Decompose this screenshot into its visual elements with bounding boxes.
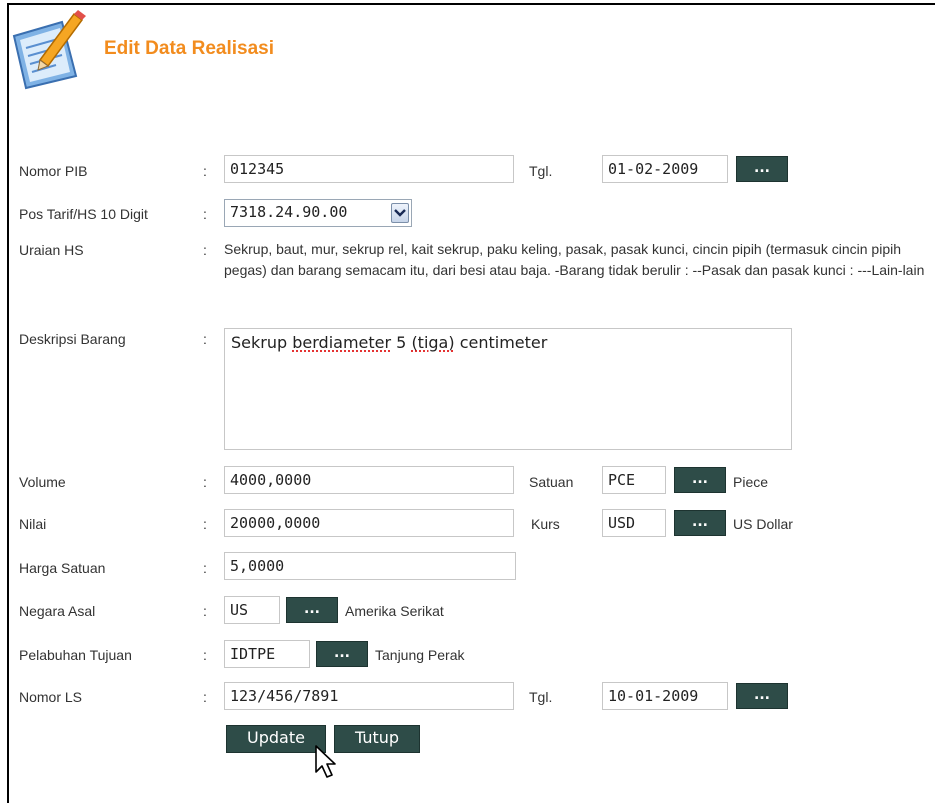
chevron-down-icon[interactable] <box>391 203 409 223</box>
update-button[interactable]: Update <box>226 725 326 753</box>
colon: : <box>203 242 207 258</box>
satuan-name: Piece <box>733 474 768 490</box>
colon: : <box>203 689 207 705</box>
volume-label: Volume <box>19 474 66 490</box>
kurs-label: Kurs <box>531 516 560 532</box>
satuan-input[interactable]: PCE <box>602 466 666 494</box>
tutup-button[interactable]: Tutup <box>334 725 420 753</box>
negara-asal-name: Amerika Serikat <box>345 603 444 619</box>
nomor-pib-label: Nomor PIB <box>19 163 87 179</box>
negara-asal-label: Negara Asal <box>19 603 95 619</box>
pos-tarif-value: 7318.24.90.00 <box>230 203 347 221</box>
negara-lookup-button[interactable]: ... <box>286 597 338 623</box>
colon: : <box>203 474 207 490</box>
uraian-hs-label: Uraian HS <box>19 242 84 258</box>
tgl-pib-label: Tgl. <box>529 163 552 179</box>
colon: : <box>203 647 207 663</box>
colon: : <box>203 560 207 576</box>
pelabuhan-input[interactable]: IDTPE <box>224 640 310 668</box>
kurs-name: US Dollar <box>733 516 793 532</box>
tgl-pib-picker-button[interactable]: ... <box>736 156 788 182</box>
uraian-hs-text: Sekrup, baut, mur, sekrup rel, kait sekr… <box>224 239 929 281</box>
tgl-pib-input[interactable]: 01-02-2009 <box>602 155 728 183</box>
pelabuhan-label: Pelabuhan Tujuan <box>19 647 132 663</box>
deskripsi-word: centimeter <box>460 333 548 352</box>
colon: : <box>203 516 207 532</box>
colon: : <box>203 163 207 179</box>
harga-satuan-input[interactable]: 5,0000 <box>224 552 516 580</box>
page-title: Edit Data Realisasi <box>104 38 274 60</box>
tgl-ls-label: Tgl. <box>529 689 552 705</box>
colon: : <box>203 603 207 619</box>
pos-tarif-select[interactable]: 7318.24.90.00 <box>224 199 412 227</box>
pos-tarif-label: Pos Tarif/HS 10 Digit <box>19 206 148 222</box>
nilai-label: Nilai <box>19 516 46 532</box>
deskripsi-label: Deskripsi Barang <box>19 331 126 347</box>
volume-input[interactable]: 4000,0000 <box>224 466 514 494</box>
harga-satuan-label: Harga Satuan <box>19 560 105 576</box>
tgl-ls-input[interactable]: 10-01-2009 <box>602 682 728 710</box>
negara-asal-input[interactable]: US <box>224 596 280 624</box>
satuan-label: Satuan <box>529 474 573 490</box>
deskripsi-word-misspelled: berdiameter <box>292 333 391 352</box>
nomor-ls-input[interactable]: 123/456/7891 <box>224 682 514 710</box>
colon: : <box>203 206 207 222</box>
deskripsi-word: Sekrup <box>231 333 287 352</box>
nomor-pib-input[interactable]: 012345 <box>224 155 514 183</box>
colon: : <box>203 331 207 347</box>
deskripsi-word-misspelled: (tiga) <box>411 333 454 352</box>
kurs-lookup-button[interactable]: ... <box>674 510 726 536</box>
pelabuhan-lookup-button[interactable]: ... <box>316 641 368 667</box>
kurs-input[interactable]: USD <box>602 509 666 537</box>
pelabuhan-name: Tanjung Perak <box>375 647 465 663</box>
nomor-ls-label: Nomor LS <box>19 689 82 705</box>
deskripsi-textarea[interactable]: Sekrup berdiameter 5 (tiga) centimeter <box>224 328 792 450</box>
satuan-lookup-button[interactable]: ... <box>674 467 726 493</box>
nilai-input[interactable]: 20000,0000 <box>224 509 514 537</box>
mouse-pointer-icon <box>314 744 340 780</box>
tgl-ls-picker-button[interactable]: ... <box>736 683 788 709</box>
deskripsi-word: 5 <box>396 333 406 352</box>
edit-document-icon <box>10 8 86 90</box>
